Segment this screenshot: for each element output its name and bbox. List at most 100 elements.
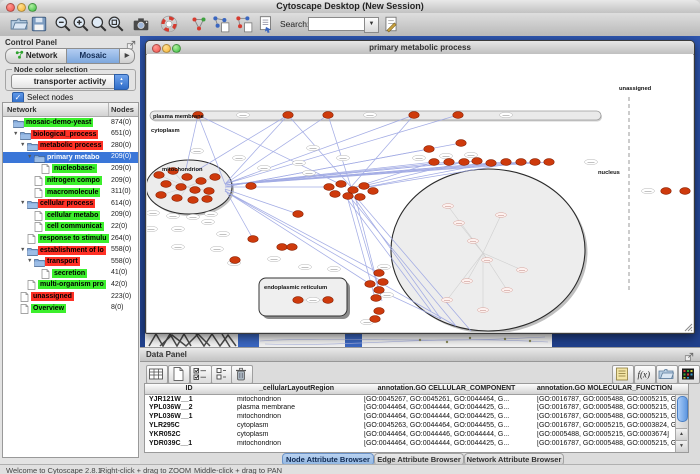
search-dropdown-button[interactable]: ▼	[364, 17, 379, 33]
scrollbar-thumb[interactable]	[677, 396, 688, 422]
tree-item-label[interactable]: primary metabo	[45, 153, 102, 162]
color-attribute-dropdown[interactable]: transporter activity ▲▼	[11, 74, 129, 89]
tree-item-label[interactable]: nucleobase-	[52, 164, 97, 173]
table-cell[interactable]: [GO:0016787, GO:0005488, GO:0005215, G..…	[533, 413, 680, 422]
table-cell[interactable]: [GO:0005488, GO:0005215, GO:0003674]	[533, 431, 680, 440]
network-window-titlebar[interactable]: primary metabolic process	[146, 41, 694, 55]
table-cell[interactable]: YDR039C__1	[145, 440, 237, 449]
scroll-down-button[interactable]: ▼	[676, 440, 687, 452]
table-cell[interactable]: [GO:0044464, GO:0044444, GO:0044425, G..…	[360, 413, 537, 422]
table-cell[interactable]: YPL036W__2	[145, 404, 237, 413]
table-cell[interactable]: [GO:0044464, GO:0044446, GO:0044444, G..…	[360, 431, 537, 440]
table-cell[interactable]: YJR121W__1	[145, 396, 237, 405]
scroll-up-button[interactable]: ▲	[676, 428, 687, 440]
tree-item-label[interactable]: secretion	[52, 269, 87, 278]
tree-row[interactable]: ▼biological_process651(0)	[3, 129, 138, 141]
tree-row[interactable]: ▼metabolic process280(0)	[3, 140, 138, 152]
tree-item-label[interactable]: nitrogen compo	[45, 176, 102, 185]
formula-builder-button[interactable]: f(x)	[634, 365, 656, 384]
tree-row[interactable]: Overview8(0)	[3, 303, 138, 315]
network-graph[interactable]: plasma membranecytoplasmmitochondrionnuc…	[147, 54, 693, 332]
table-cell[interactable]: cytoplasm	[233, 431, 364, 440]
table-cell[interactable]: [GO:0045263, GO:0044464, GO:0044455, G..…	[360, 422, 537, 431]
tree-row[interactable]: ▼establishment of lo558(0)	[3, 245, 138, 257]
tree-item-label[interactable]: cellular process	[38, 199, 95, 208]
merge-networks-b-button[interactable]	[235, 15, 253, 33]
export-image-button[interactable]	[132, 15, 150, 33]
tree-item-label[interactable]: establishment of lo	[38, 246, 106, 255]
table-cell[interactable]: mitochondrion	[233, 413, 364, 422]
import-table-button[interactable]	[257, 15, 275, 33]
open-session-button[interactable]	[10, 15, 28, 33]
disclosure-triangle-icon[interactable]: ▼	[13, 131, 18, 137]
disclosure-triangle-icon[interactable]: ▼	[20, 247, 25, 253]
table-cell[interactable]: cytoplasm	[233, 422, 364, 431]
search-config-button[interactable]	[382, 15, 400, 33]
tab-network[interactable]: Network	[5, 48, 67, 64]
table-cell[interactable]: [GO:0016787, GO:0005488, GO:0005215, G..…	[533, 404, 680, 413]
tree-row[interactable]: macromolecule311(0)	[3, 187, 138, 199]
tree-row[interactable]: response to stimulu264(0)	[3, 233, 138, 245]
zoom-in-button[interactable]	[72, 15, 90, 33]
vertical-scrollbar[interactable]: ▲▼	[675, 395, 688, 452]
tab-mosaic[interactable]: Mosaic	[66, 48, 120, 64]
network-canvas[interactable]: plasma membranecytoplasmmitochondrionnuc…	[147, 54, 693, 332]
tree-row[interactable]: nitrogen compo209(0)	[3, 175, 138, 187]
tree-item-label[interactable]: response to stimulu	[38, 234, 109, 243]
table-cell[interactable]: [GO:0016787, GO:0005488, GO:0005215, G..…	[533, 396, 680, 405]
disclosure-triangle-icon[interactable]: ▼	[20, 200, 25, 206]
tree-item-label[interactable]: Overview	[31, 304, 66, 313]
table-cell[interactable]: plasma membrane	[233, 404, 364, 413]
tree-item-label[interactable]: metabolic process	[38, 141, 103, 150]
new-attribute-button[interactable]	[168, 365, 190, 384]
tree-item-label[interactable]: macromolecule	[45, 188, 100, 197]
tree-row[interactable]: mosaic-demo-yeast874(0)	[3, 117, 138, 129]
search-input[interactable]	[308, 17, 366, 31]
zoom-out-button[interactable]	[54, 15, 72, 33]
column-header[interactable]: ID	[145, 384, 234, 395]
tree-row[interactable]: ▼transport558(0)	[3, 256, 138, 268]
zoom-fit-button[interactable]	[90, 15, 108, 33]
tree-row[interactable]: nucleobase-209(0)	[3, 163, 138, 175]
tree-row[interactable]: unassigned223(0)	[3, 291, 138, 303]
table-cell[interactable]: [GO:0016787, GO:0005215, GO:0003824, G..…	[533, 422, 680, 431]
tree-item-label[interactable]: transport	[45, 257, 80, 266]
control-panel-float-icon[interactable]	[126, 37, 136, 47]
tree-row[interactable]: multi-organism pro42(0)	[3, 279, 138, 291]
annotation-notes-button[interactable]	[612, 365, 634, 384]
tab-overflow-button[interactable]: ▶	[119, 48, 135, 64]
data-panel-float-icon[interactable]	[684, 349, 694, 359]
attribute-matrix-button[interactable]	[678, 365, 700, 384]
table-cell[interactable]: [GO:0016787, GO:0005488, GO:0005215, G..…	[533, 440, 680, 449]
tree-item-label[interactable]: cellular metabo	[45, 211, 100, 220]
zoom-selected-button[interactable]	[107, 15, 125, 33]
disclosure-triangle-icon[interactable]: ▼	[27, 154, 32, 160]
table-cell[interactable]: [GO:0044464, GO:0044444, GO:0044425, G..…	[360, 440, 537, 449]
delete-attribute-button[interactable]	[231, 365, 253, 384]
disclosure-triangle-icon[interactable]: ▼	[20, 142, 25, 148]
table-cell[interactable]: mitochondrion	[233, 396, 364, 405]
tree-item-label[interactable]: mosaic-demo-yeast	[24, 118, 93, 127]
save-session-button[interactable]	[30, 15, 48, 33]
data-panel-titlebar[interactable]: Data Panel	[140, 348, 700, 362]
vizmapper-button[interactable]	[190, 15, 208, 33]
column-header[interactable]: _cellularLayoutRegion	[233, 384, 361, 395]
network-view-window[interactable]: primary metabolic process plasma membran…	[145, 40, 695, 334]
column-header[interactable]: annotation.GO CELLULAR_COMPONENT	[360, 384, 534, 395]
table-cell[interactable]: YKR052C	[145, 431, 237, 440]
tree-row[interactable]: cell communicat22(0)	[3, 221, 138, 233]
attribute-table-button[interactable]	[146, 365, 168, 384]
unselect-attributes-button[interactable]	[211, 365, 233, 384]
select-attributes-button[interactable]	[190, 365, 212, 384]
tree-row[interactable]: ▼cellular process614(0)	[3, 198, 138, 210]
tree-row[interactable]: ▼primary metabo209(0)	[3, 152, 138, 164]
merge-networks-a-button[interactable]	[212, 15, 230, 33]
tree-row[interactable]: secretion41(0)	[3, 268, 138, 280]
app-titlebar[interactable]: Cytoscape Desktop (New Session)	[0, 0, 700, 14]
column-header[interactable]: annotation.GO MOLECULAR_FUNCTION	[533, 384, 677, 395]
tree-item-label[interactable]: unassigned	[31, 292, 74, 301]
tree-row[interactable]: cellular metabo209(0)	[3, 210, 138, 222]
table-cell[interactable]: YLR295C	[145, 422, 237, 431]
load-attributes-button[interactable]	[656, 365, 678, 384]
tree-item-label[interactable]: multi-organism pro	[38, 280, 106, 289]
